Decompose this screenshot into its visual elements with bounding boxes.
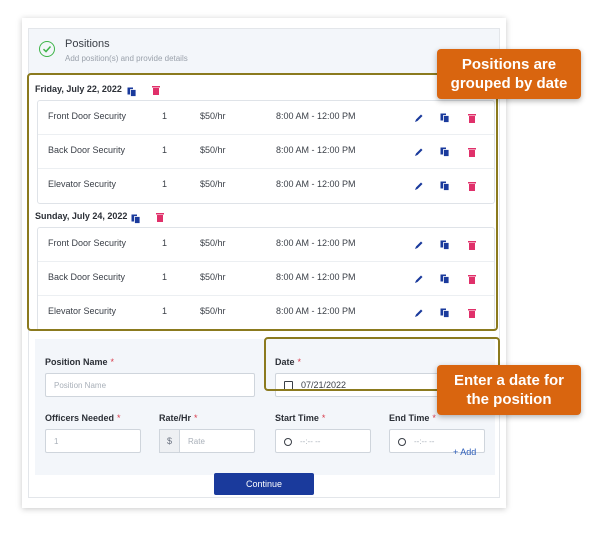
officers-label: Officers Needed * xyxy=(45,413,121,423)
rate-input[interactable]: Rate xyxy=(179,429,255,453)
start-time-placeholder: --:-- -- xyxy=(300,437,321,446)
continue-button[interactable]: Continue xyxy=(214,473,314,495)
section-subtitle: Add position(s) and provide details xyxy=(65,54,188,63)
officers-input[interactable]: 1 xyxy=(45,429,141,453)
position-name-label: Position Name * xyxy=(45,357,115,367)
check-circle-icon xyxy=(39,41,55,57)
add-position-link[interactable]: + Add xyxy=(453,447,476,457)
clock-icon xyxy=(398,437,406,446)
rate-label: Rate/Hr * xyxy=(159,413,198,423)
position-name-input[interactable]: Position Name xyxy=(45,373,255,397)
clock-icon xyxy=(284,437,292,446)
section-title: Positions xyxy=(65,38,110,50)
end-time-label: End Time * xyxy=(389,413,436,423)
grouped-highlight-box xyxy=(27,73,498,331)
positions-header[interactable]: Positions Add position(s) and provide de… xyxy=(29,29,499,75)
currency-prefix: $ xyxy=(159,429,179,453)
start-time-input[interactable]: --:-- -- xyxy=(275,429,371,453)
grouped-callout: Positions are grouped by date xyxy=(437,49,581,99)
date-callout: Enter a date for the position xyxy=(437,365,581,415)
end-time-placeholder: --:-- -- xyxy=(414,437,435,446)
start-time-label: Start Time * xyxy=(275,413,326,423)
